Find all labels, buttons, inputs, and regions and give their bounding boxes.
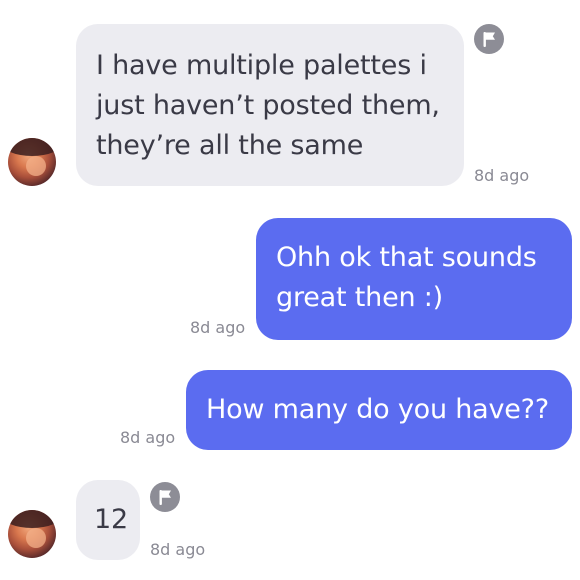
flag-icon xyxy=(483,32,495,47)
contact-avatar[interactable] xyxy=(8,138,56,186)
message-text: Ohh ok that sounds great then :) xyxy=(276,242,537,313)
report-flag-button[interactable] xyxy=(150,482,180,512)
message-text: How many do you have?? xyxy=(206,394,549,425)
message-bubble-incoming[interactable]: 12 xyxy=(76,480,140,560)
contact-avatar[interactable] xyxy=(8,510,56,558)
message-timestamp: 8d ago xyxy=(120,428,176,447)
message-bubble-incoming[interactable]: I have multiple palettes i just haven’t … xyxy=(76,24,464,186)
message-timestamp: 8d ago xyxy=(474,166,530,185)
message-text: I have multiple palettes i just haven’t … xyxy=(96,50,440,161)
message-timestamp: 8d ago xyxy=(150,540,206,559)
message-bubble-outgoing[interactable]: Ohh ok that sounds great then :) xyxy=(256,218,572,340)
message-timestamp: 8d ago xyxy=(190,318,246,337)
flag-icon xyxy=(159,490,171,505)
message-bubble-outgoing[interactable]: How many do you have?? xyxy=(186,370,572,450)
report-flag-button[interactable] xyxy=(474,24,504,54)
message-text: 12 xyxy=(94,504,128,535)
